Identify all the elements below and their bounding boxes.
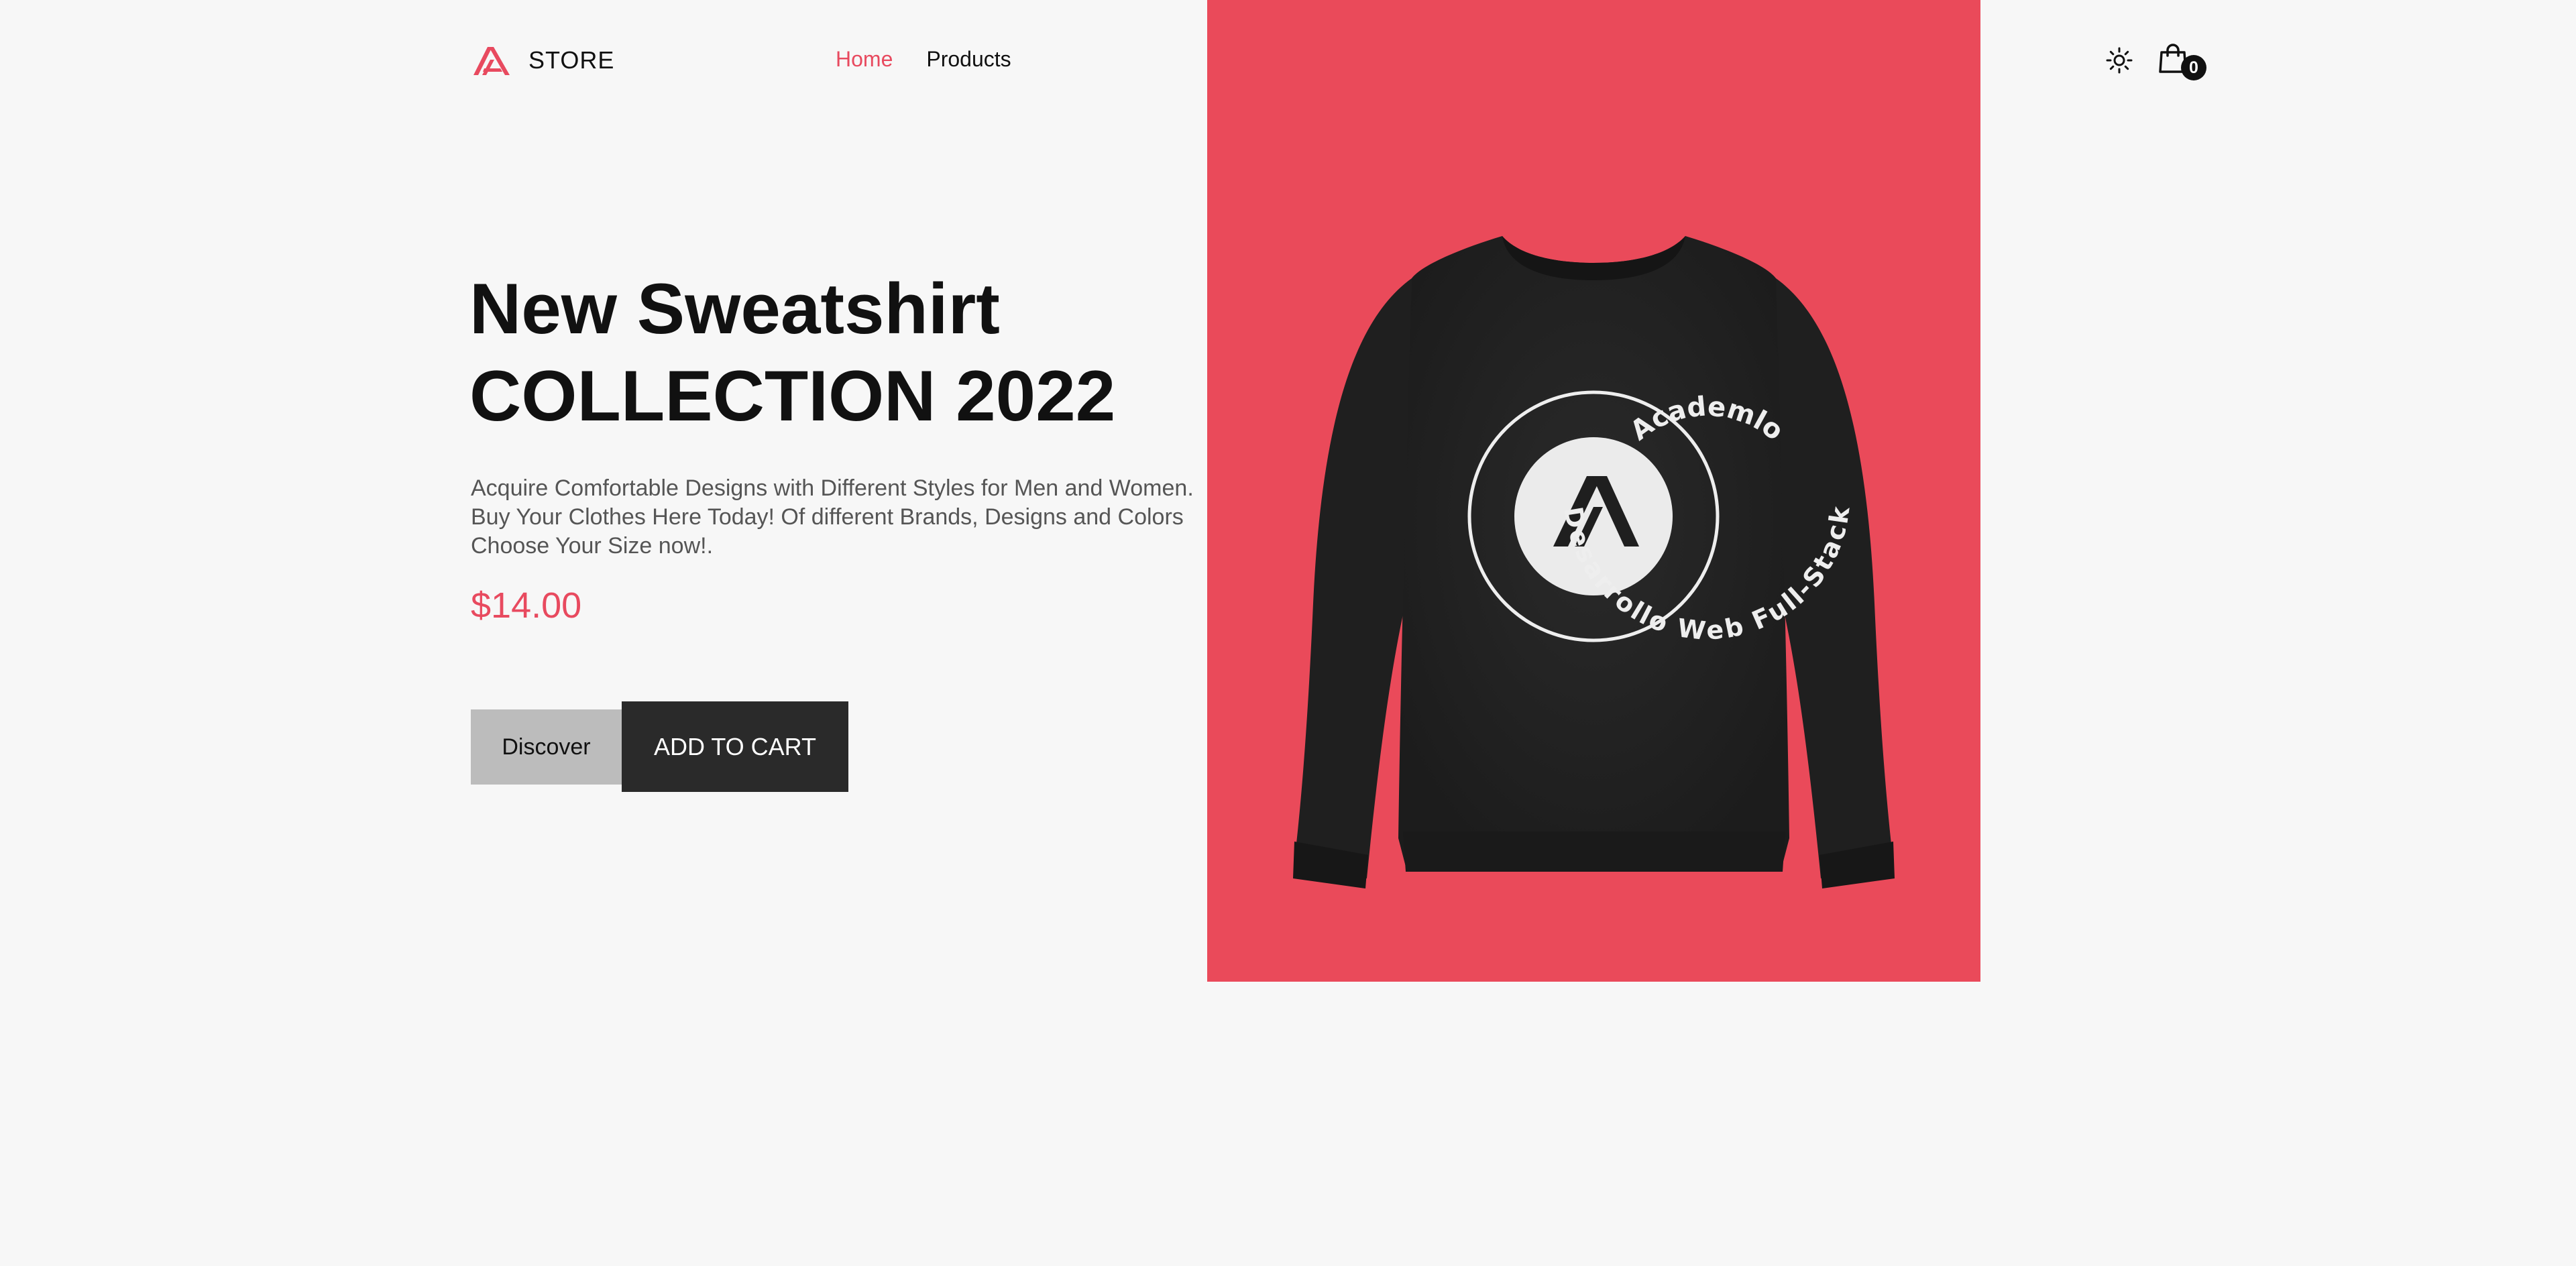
theme-toggle-button[interactable] bbox=[2103, 44, 2135, 76]
sun-icon bbox=[2106, 47, 2133, 74]
discover-button[interactable]: Discover bbox=[471, 709, 622, 785]
main-nav: Home Products bbox=[836, 47, 1011, 72]
hero-title-line-1: New Sweatshirt bbox=[469, 268, 1000, 349]
hero-title: New Sweatshirt COLLECTION 2022 bbox=[469, 265, 1180, 439]
add-to-cart-button[interactable]: ADD TO CART bbox=[622, 701, 848, 792]
product-image: Academlo Desarrollo Web Full-Stack bbox=[1207, 0, 1980, 982]
nav-item-products[interactable]: Products bbox=[926, 47, 1011, 72]
brand-logo[interactable]: STORE bbox=[471, 43, 614, 78]
hero-title-line-2: COLLECTION 2022 bbox=[469, 355, 1116, 436]
cart-count-badge: 0 bbox=[2181, 55, 2206, 80]
hero-description: Acquire Comfortable Designs with Differe… bbox=[471, 475, 1194, 559]
brand-name: STORE bbox=[528, 46, 615, 74]
product-price: $14.00 bbox=[471, 585, 582, 626]
nav-item-home[interactable]: Home bbox=[836, 47, 893, 72]
cart-button[interactable]: 0 bbox=[2157, 39, 2206, 82]
academlo-logo-icon bbox=[473, 47, 510, 75]
sweatshirt-illustration: Academlo Desarrollo Web Full-Stack bbox=[1293, 236, 1895, 888]
